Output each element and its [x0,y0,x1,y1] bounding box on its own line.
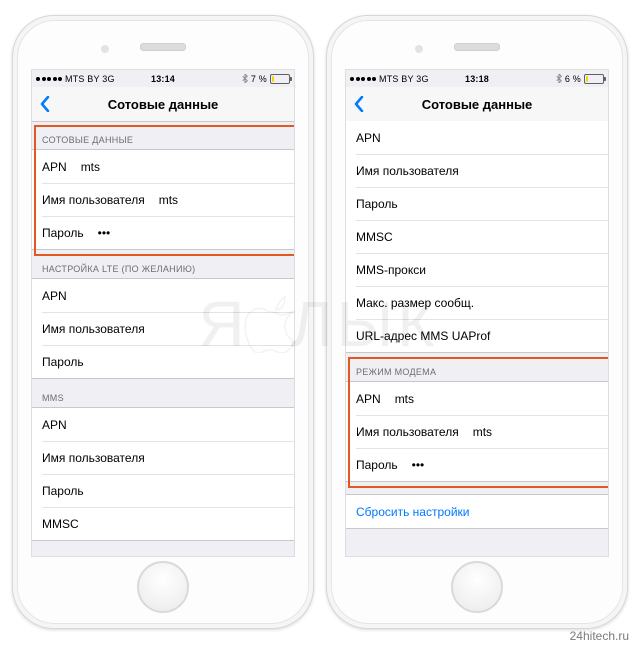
bluetooth-icon [556,74,562,83]
row-password[interactable]: Пароль ••• [32,216,294,249]
status-time: 13:14 [151,74,175,84]
status-right: 7 % [242,74,290,84]
phone-frame: MTS BY 3G 13:18 6 % Сотовые данные [331,20,623,624]
screen: MTS BY 3G 13:14 7 % Сотовые данные [31,69,295,557]
section-header: НАСТРОЙКА LTE (ПО ЖЕЛАНИЮ) [32,250,294,278]
battery-pct: 6 % [565,74,581,84]
signal-dots-icon [350,77,376,81]
nav-bar: Сотовые данные [32,87,294,122]
nav-title: Сотовые данные [346,97,608,112]
row-label: Пароль [42,484,84,498]
row-password[interactable]: Пароль ••• [346,448,608,481]
content[interactable]: APN Имя пользователя Пароль MMSC MMS-про [346,121,608,556]
carrier-label: MTS BY 3G [65,74,115,84]
section-group: Сбросить настройки [346,494,608,529]
back-button[interactable] [32,96,58,112]
row-label: Макс. размер сообщ. [356,296,474,310]
row-value: mts [81,160,100,174]
row-label: APN [42,289,67,303]
stage: { "watermark": "ЯБЛЫК", "credit": "24hit… [0,0,637,647]
row-apn[interactable]: APN [346,121,608,154]
row-label: MMS-прокси [356,263,426,277]
screen: MTS BY 3G 13:18 6 % Сотовые данные [345,69,609,557]
row-apn[interactable]: APN [32,408,294,441]
section-header: РЕЖИМ МОДЕМА [346,353,608,381]
section-header: MMS [32,379,294,407]
section-header: СОТОВЫЕ ДАННЫЕ [32,121,294,149]
section-group: APN Имя пользователя Пароль MMSC [32,407,294,541]
credit-label: 24hitech.ru [570,629,629,643]
row-label: Сбросить настройки [356,505,469,519]
reset-settings-link[interactable]: Сбросить настройки [346,495,608,528]
row-apn[interactable]: APN [32,279,294,312]
row-label: Пароль [42,355,84,369]
chevron-left-icon [354,96,364,112]
bluetooth-icon [242,74,248,83]
row-value: mts [473,425,492,439]
speaker [140,43,186,51]
row-label: Имя пользователя [42,193,145,207]
row-label: Имя пользователя [356,425,459,439]
section-group: APN Имя пользователя Пароль [32,278,294,379]
battery-icon [584,74,604,84]
carrier-label: MTS BY 3G [379,74,429,84]
home-button[interactable] [137,561,189,613]
home-button[interactable] [451,561,503,613]
row-username[interactable]: Имя пользователя mts [32,183,294,216]
status-bar: MTS BY 3G 13:14 7 % [32,70,294,87]
row-label: URL-адрес MMS UAProf [356,329,490,343]
row-value: ••• [412,458,425,472]
section-group: APN mts Имя пользователя mts Пароль ••• [346,381,608,482]
front-camera [101,45,109,53]
row-mms-proxy[interactable]: MMS-прокси [346,253,608,286]
row-label: Пароль [42,226,84,240]
row-mmsc[interactable]: MMSC [346,220,608,253]
content[interactable]: СОТОВЫЕ ДАННЫЕ APN mts Имя пользователя … [32,121,294,556]
row-label: APN [356,131,381,145]
row-username[interactable]: Имя пользователя mts [346,415,608,448]
chevron-left-icon [40,96,50,112]
status-right: 6 % [556,74,604,84]
speaker [454,43,500,51]
row-username[interactable]: Имя пользователя [32,441,294,474]
row-mms-uaprof[interactable]: URL-адрес MMS UAProf [346,319,608,352]
row-value: mts [395,392,414,406]
row-username[interactable]: Имя пользователя [346,154,608,187]
phone-right: MTS BY 3G 13:18 6 % Сотовые данные [326,15,628,629]
row-password[interactable]: Пароль [32,474,294,507]
row-value: ••• [98,226,111,240]
section-group: APN mts Имя пользователя mts Пароль ••• [32,149,294,250]
row-mmsc[interactable]: MMSC [32,507,294,540]
row-label: APN [42,418,67,432]
row-apn[interactable]: APN mts [32,150,294,183]
nav-bar: Сотовые данные [346,87,608,122]
row-label: Пароль [356,458,398,472]
row-label: APN [356,392,381,406]
row-label: Пароль [356,197,398,211]
phone-left: MTS BY 3G 13:14 7 % Сотовые данные [12,15,314,629]
row-label: APN [42,160,67,174]
row-password[interactable]: Пароль [346,187,608,220]
row-value: mts [159,193,178,207]
row-password[interactable]: Пароль [32,345,294,378]
row-label: MMSC [42,517,79,531]
phone-frame: MTS BY 3G 13:14 7 % Сотовые данные [17,20,309,624]
nav-title: Сотовые данные [32,97,294,112]
status-time: 13:18 [465,74,489,84]
row-username[interactable]: Имя пользователя [32,312,294,345]
row-label: Имя пользователя [356,164,459,178]
row-max-msg-size[interactable]: Макс. размер сообщ. [346,286,608,319]
status-bar: MTS BY 3G 13:18 6 % [346,70,608,87]
row-label: Имя пользователя [42,451,145,465]
row-apn[interactable]: APN mts [346,382,608,415]
signal-dots-icon [36,77,62,81]
front-camera [415,45,423,53]
back-button[interactable] [346,96,372,112]
row-label: MMSC [356,230,393,244]
section-group: APN Имя пользователя Пароль MMSC MMS-про [346,121,608,353]
battery-pct: 7 % [251,74,267,84]
row-label: Имя пользователя [42,322,145,336]
battery-icon [270,74,290,84]
